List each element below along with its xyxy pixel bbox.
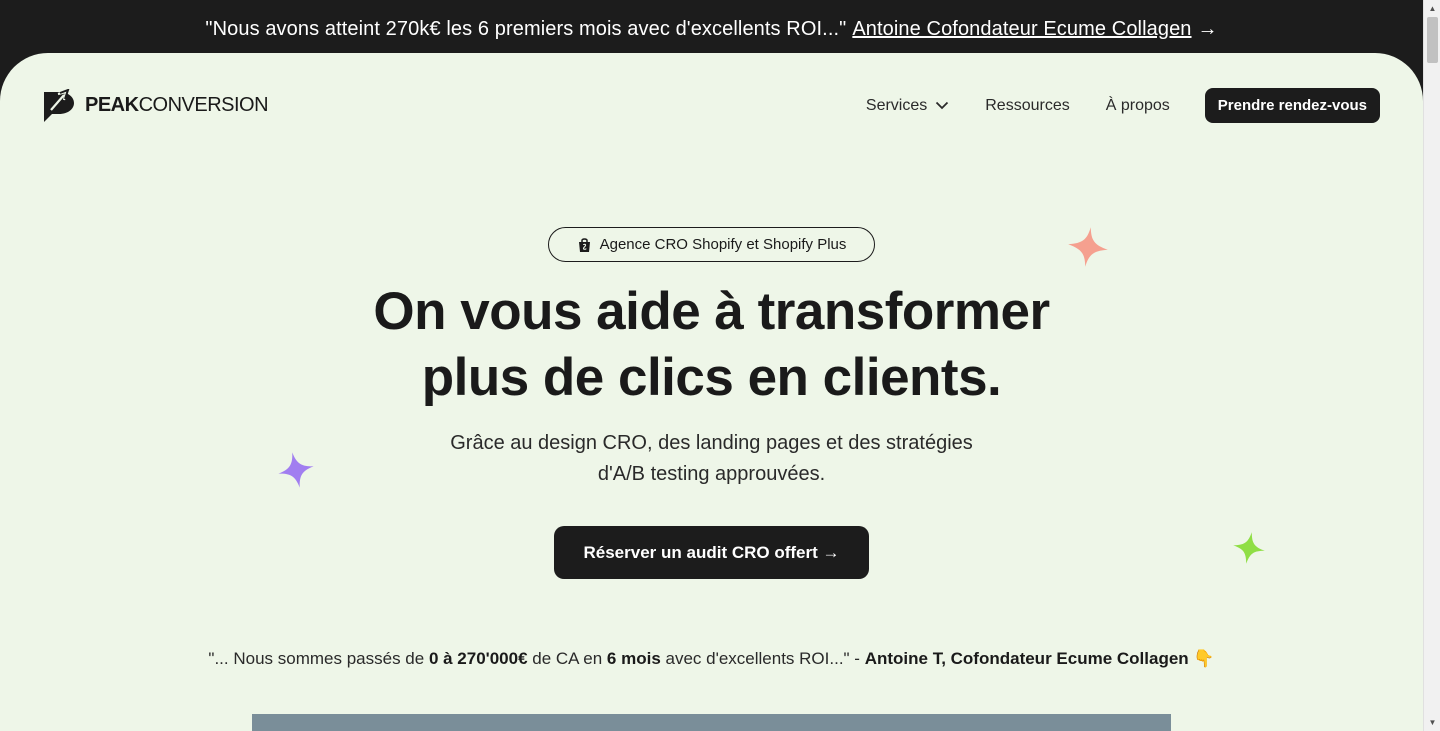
logo-mark-icon <box>44 89 74 122</box>
scrollbar[interactable]: ▲ ▼ <box>1423 0 1440 731</box>
scroll-down-icon[interactable]: ▼ <box>1424 714 1440 731</box>
hero-title: On vous aide à transformer plus de clics… <box>0 279 1423 411</box>
page-main: PEAKCONVERSION Services Ressources À pro… <box>0 53 1423 731</box>
announcement-banner: "Nous avons atteint 270k€ les 6 premiers… <box>0 0 1423 60</box>
banner-testimonial-link[interactable]: Antoine Cofondateur Ecume Collagen <box>852 18 1191 41</box>
hero-title-line: plus de clics en clients. <box>421 348 1002 407</box>
hero-subtitle: Grâce au design CRO, des landing pages e… <box>0 428 1423 490</box>
hero-subtitle-line: Grâce au design CRO, des landing pages e… <box>450 432 973 454</box>
hero-title-line: On vous aide à transformer <box>373 282 1050 341</box>
sparkle-coral-icon <box>1068 227 1108 267</box>
logo-wordmark: PEAKCONVERSION <box>85 94 269 116</box>
testimonial-quote: "... Nous sommes passés de 0 à 270'000€ … <box>208 649 1215 668</box>
hero-subtitle-line: d'A/B testing approuvées. <box>597 463 826 485</box>
nav-item-a-propos[interactable]: À propos <box>1106 97 1170 115</box>
scroll-up-icon[interactable]: ▲ <box>1424 0 1440 17</box>
chevron-down-icon <box>936 101 949 110</box>
pointing-down-icon: 👇 <box>1193 649 1215 668</box>
badge-label: Agence CRO Shopify et Shopify Plus <box>599 236 847 253</box>
nav-item-ressources[interactable]: Ressources <box>985 97 1069 115</box>
nav-item-label: Ressources <box>985 96 1070 114</box>
book-cro-audit-button[interactable]: Réserver un audit CRO offert → <box>554 526 869 579</box>
agency-badge: Agence CRO Shopify et Shopify Plus <box>548 227 875 262</box>
nav-item-services[interactable]: Services <box>866 97 949 115</box>
nav-item-label: Services <box>865 96 928 114</box>
banner-quote: "Nous avons atteint 270k€ les 6 premiers… <box>205 18 847 40</box>
main-nav: Services Ressources À propos Prendre ren… <box>866 88 1380 123</box>
testimonial-author: Antoine T, Cofondateur Ecume Collagen <box>864 649 1189 668</box>
book-appointment-button[interactable]: Prendre rendez-vous <box>1204 88 1380 123</box>
video-preview[interactable] <box>252 714 1171 731</box>
arrow-right-icon[interactable]: → <box>1198 18 1218 41</box>
nav-item-label: À propos <box>1105 96 1170 114</box>
scrollbar-thumb[interactable] <box>1427 17 1438 63</box>
logo[interactable]: PEAKCONVERSION <box>42 89 269 122</box>
sparkle-purple-icon <box>278 452 314 488</box>
sparkle-green-icon <box>1233 532 1265 564</box>
shopping-bag-icon <box>578 237 590 252</box>
